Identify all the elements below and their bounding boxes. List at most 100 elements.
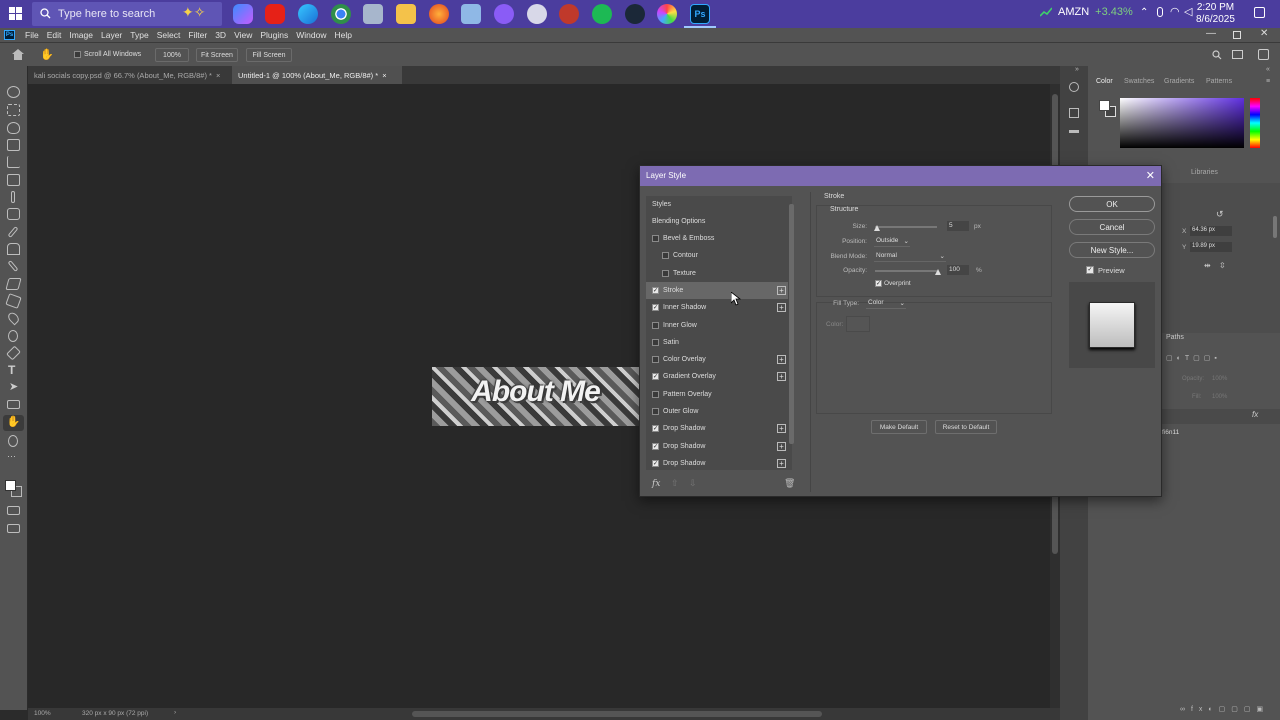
frame-tool-icon[interactable] <box>7 174 20 186</box>
tab-swatches[interactable]: Swatches <box>1124 78 1154 85</box>
menu-image[interactable]: Image <box>69 30 93 40</box>
tab-close-icon[interactable]: × <box>216 71 220 80</box>
preview-checkbox[interactable]: ✓ <box>1086 266 1094 274</box>
style-item[interactable]: Color Overlay + <box>646 351 788 368</box>
zoom-100-button[interactable]: 100% <box>155 48 189 62</box>
folder-stack-app-icon[interactable] <box>363 4 383 24</box>
more-tools-icon[interactable]: ··· <box>7 451 16 461</box>
home-icon[interactable] <box>12 49 24 60</box>
style-item[interactable]: ✓ Drop Shadow + <box>646 438 788 455</box>
tab-gradients[interactable]: Gradients <box>1164 78 1194 85</box>
opacity-input[interactable]: 100 <box>947 265 969 275</box>
lasso-tool-icon[interactable] <box>7 122 20 134</box>
styles-header[interactable]: Styles <box>646 196 788 213</box>
style-item[interactable]: ✓ Stroke + <box>646 281 788 299</box>
layer-fx-icon[interactable]: fx <box>1252 410 1258 419</box>
move-up-icon[interactable]: ⇧ <box>671 478 679 488</box>
notes-app-icon[interactable] <box>461 4 481 24</box>
quick-mask-icon[interactable] <box>7 506 20 515</box>
dodge-tool-icon[interactable] <box>8 330 18 342</box>
size-input[interactable]: 5 <box>947 221 969 231</box>
pen-tool-icon[interactable] <box>6 345 21 361</box>
menu-3d[interactable]: 3D <box>215 30 226 40</box>
style-item[interactable]: Texture <box>646 265 788 282</box>
style-item-checkbox[interactable]: ✓ <box>652 304 659 312</box>
menu-type[interactable]: Type <box>130 30 148 40</box>
add-style-icon[interactable]: + <box>777 285 786 295</box>
panel-scrollbar[interactable] <box>1273 216 1277 238</box>
hand-tool-icon[interactable]: ✋ <box>40 48 54 61</box>
brush-settings-icon[interactable] <box>1069 130 1079 133</box>
style-item[interactable]: Outer Glow <box>646 403 788 420</box>
menu-plugins[interactable]: Plugins <box>260 30 288 40</box>
rotate-reset-icon[interactable]: ↺ <box>1216 209 1224 220</box>
taskbar-search-input[interactable]: Type here to search ✦✧ <box>32 2 222 26</box>
tab-paths[interactable]: Paths <box>1166 334 1184 341</box>
panel-menu-icon[interactable]: ≡ <box>1266 78 1270 85</box>
menu-help[interactable]: Help <box>334 30 351 40</box>
photoshop-app-icon[interactable]: Ps <box>690 4 710 24</box>
add-style-icon[interactable]: + <box>777 303 786 313</box>
hand-tool-icon[interactable]: ✋ <box>3 415 24 431</box>
size-slider[interactable] <box>875 226 937 228</box>
move-down-icon[interactable]: ⇩ <box>689 478 697 488</box>
tab-libraries[interactable]: Libraries <box>1191 169 1218 176</box>
x-position-field[interactable]: 64.36 px <box>1190 226 1232 236</box>
fit-screen-button[interactable]: Fit Screen <box>196 48 238 62</box>
add-style-icon[interactable]: + <box>777 355 786 365</box>
brush-tool-icon[interactable] <box>7 226 19 238</box>
style-item-checkbox[interactable]: ✓ <box>652 442 659 450</box>
chrome-app-icon[interactable] <box>331 4 351 24</box>
flip-vertical-icon[interactable]: ⇳ <box>1219 261 1226 270</box>
reset-to-default-button[interactable]: Reset to Default <box>935 420 997 434</box>
style-item-checkbox[interactable]: ✓ <box>652 373 659 381</box>
tab-untitled-1[interactable]: Untitled-1 @ 100% (About_Me, RGB/8#) * × <box>232 66 402 84</box>
style-item[interactable]: Pattern Overlay <box>646 386 788 403</box>
share-icon[interactable] <box>1258 49 1269 60</box>
cancel-button[interactable]: Cancel <box>1069 219 1155 235</box>
style-item[interactable]: ✓ Drop Shadow + <box>646 455 788 472</box>
fill-type-dropdown[interactable]: Color ⌄ <box>866 299 906 309</box>
rectangle-tool-icon[interactable] <box>7 400 20 409</box>
chevron-up-icon[interactable]: ⌃ <box>1140 7 1148 18</box>
tab-color[interactable]: Color <box>1096 78 1113 85</box>
tab-patterns[interactable]: Patterns <box>1206 78 1232 85</box>
style-item-checkbox[interactable] <box>652 390 659 398</box>
horizontal-scroll-thumb[interactable] <box>412 711 822 717</box>
quick-select-tool-icon[interactable] <box>7 139 20 151</box>
style-item-checkbox[interactable] <box>652 321 659 329</box>
screen-mode-icon[interactable] <box>7 524 20 533</box>
history-brush-tool-icon[interactable] <box>7 260 19 272</box>
stroke-color-swatch[interactable] <box>846 316 870 332</box>
y-position-field[interactable]: 19.89 px <box>1190 242 1232 252</box>
style-item-checkbox[interactable]: ✓ <box>652 425 659 433</box>
status-chevron-icon[interactable]: › <box>174 709 176 716</box>
add-style-icon[interactable]: + <box>777 441 786 451</box>
blend-mode-dropdown[interactable]: Normal ⌄ <box>874 252 946 262</box>
hue-slider[interactable] <box>1250 98 1260 148</box>
volume-icon[interactable]: ◁ <box>1184 5 1192 18</box>
make-default-button[interactable]: Make Default <box>871 420 927 434</box>
menu-filter[interactable]: Filter <box>188 30 207 40</box>
close-window-icon[interactable]: ✕ <box>1260 28 1268 39</box>
dialog-title-bar[interactable]: Layer Style ✕ <box>640 166 1161 186</box>
scroll-all-checkbox[interactable] <box>74 51 81 58</box>
zoom-tool-icon[interactable] <box>8 435 18 447</box>
style-item[interactable]: Satin <box>646 334 788 351</box>
add-style-icon[interactable]: + <box>777 458 786 468</box>
taskbar-clock[interactable]: 2:20 PM 8/6/2025 <box>1196 2 1235 26</box>
edge-app-icon[interactable] <box>298 4 318 24</box>
paint-bucket-tool-icon[interactable] <box>5 293 22 309</box>
layer-name[interactable]: fi6n11 <box>1162 429 1179 436</box>
firefox-app-icon[interactable] <box>429 4 449 24</box>
steam-app-icon[interactable] <box>625 4 645 24</box>
foreground-color-swatch[interactable] <box>5 480 16 491</box>
stamp-tool-icon[interactable] <box>7 243 20 255</box>
about-me-banner-image[interactable]: About Me <box>432 367 639 426</box>
style-item-checkbox[interactable]: ✓ <box>652 459 659 467</box>
spotify-app-icon[interactable] <box>592 4 612 24</box>
close-icon[interactable]: ✕ <box>1146 169 1155 182</box>
style-item-checkbox[interactable] <box>662 252 669 260</box>
trash-icon[interactable]: 🗑 <box>784 478 795 489</box>
fill-screen-button[interactable]: Fill Screen <box>246 48 292 62</box>
